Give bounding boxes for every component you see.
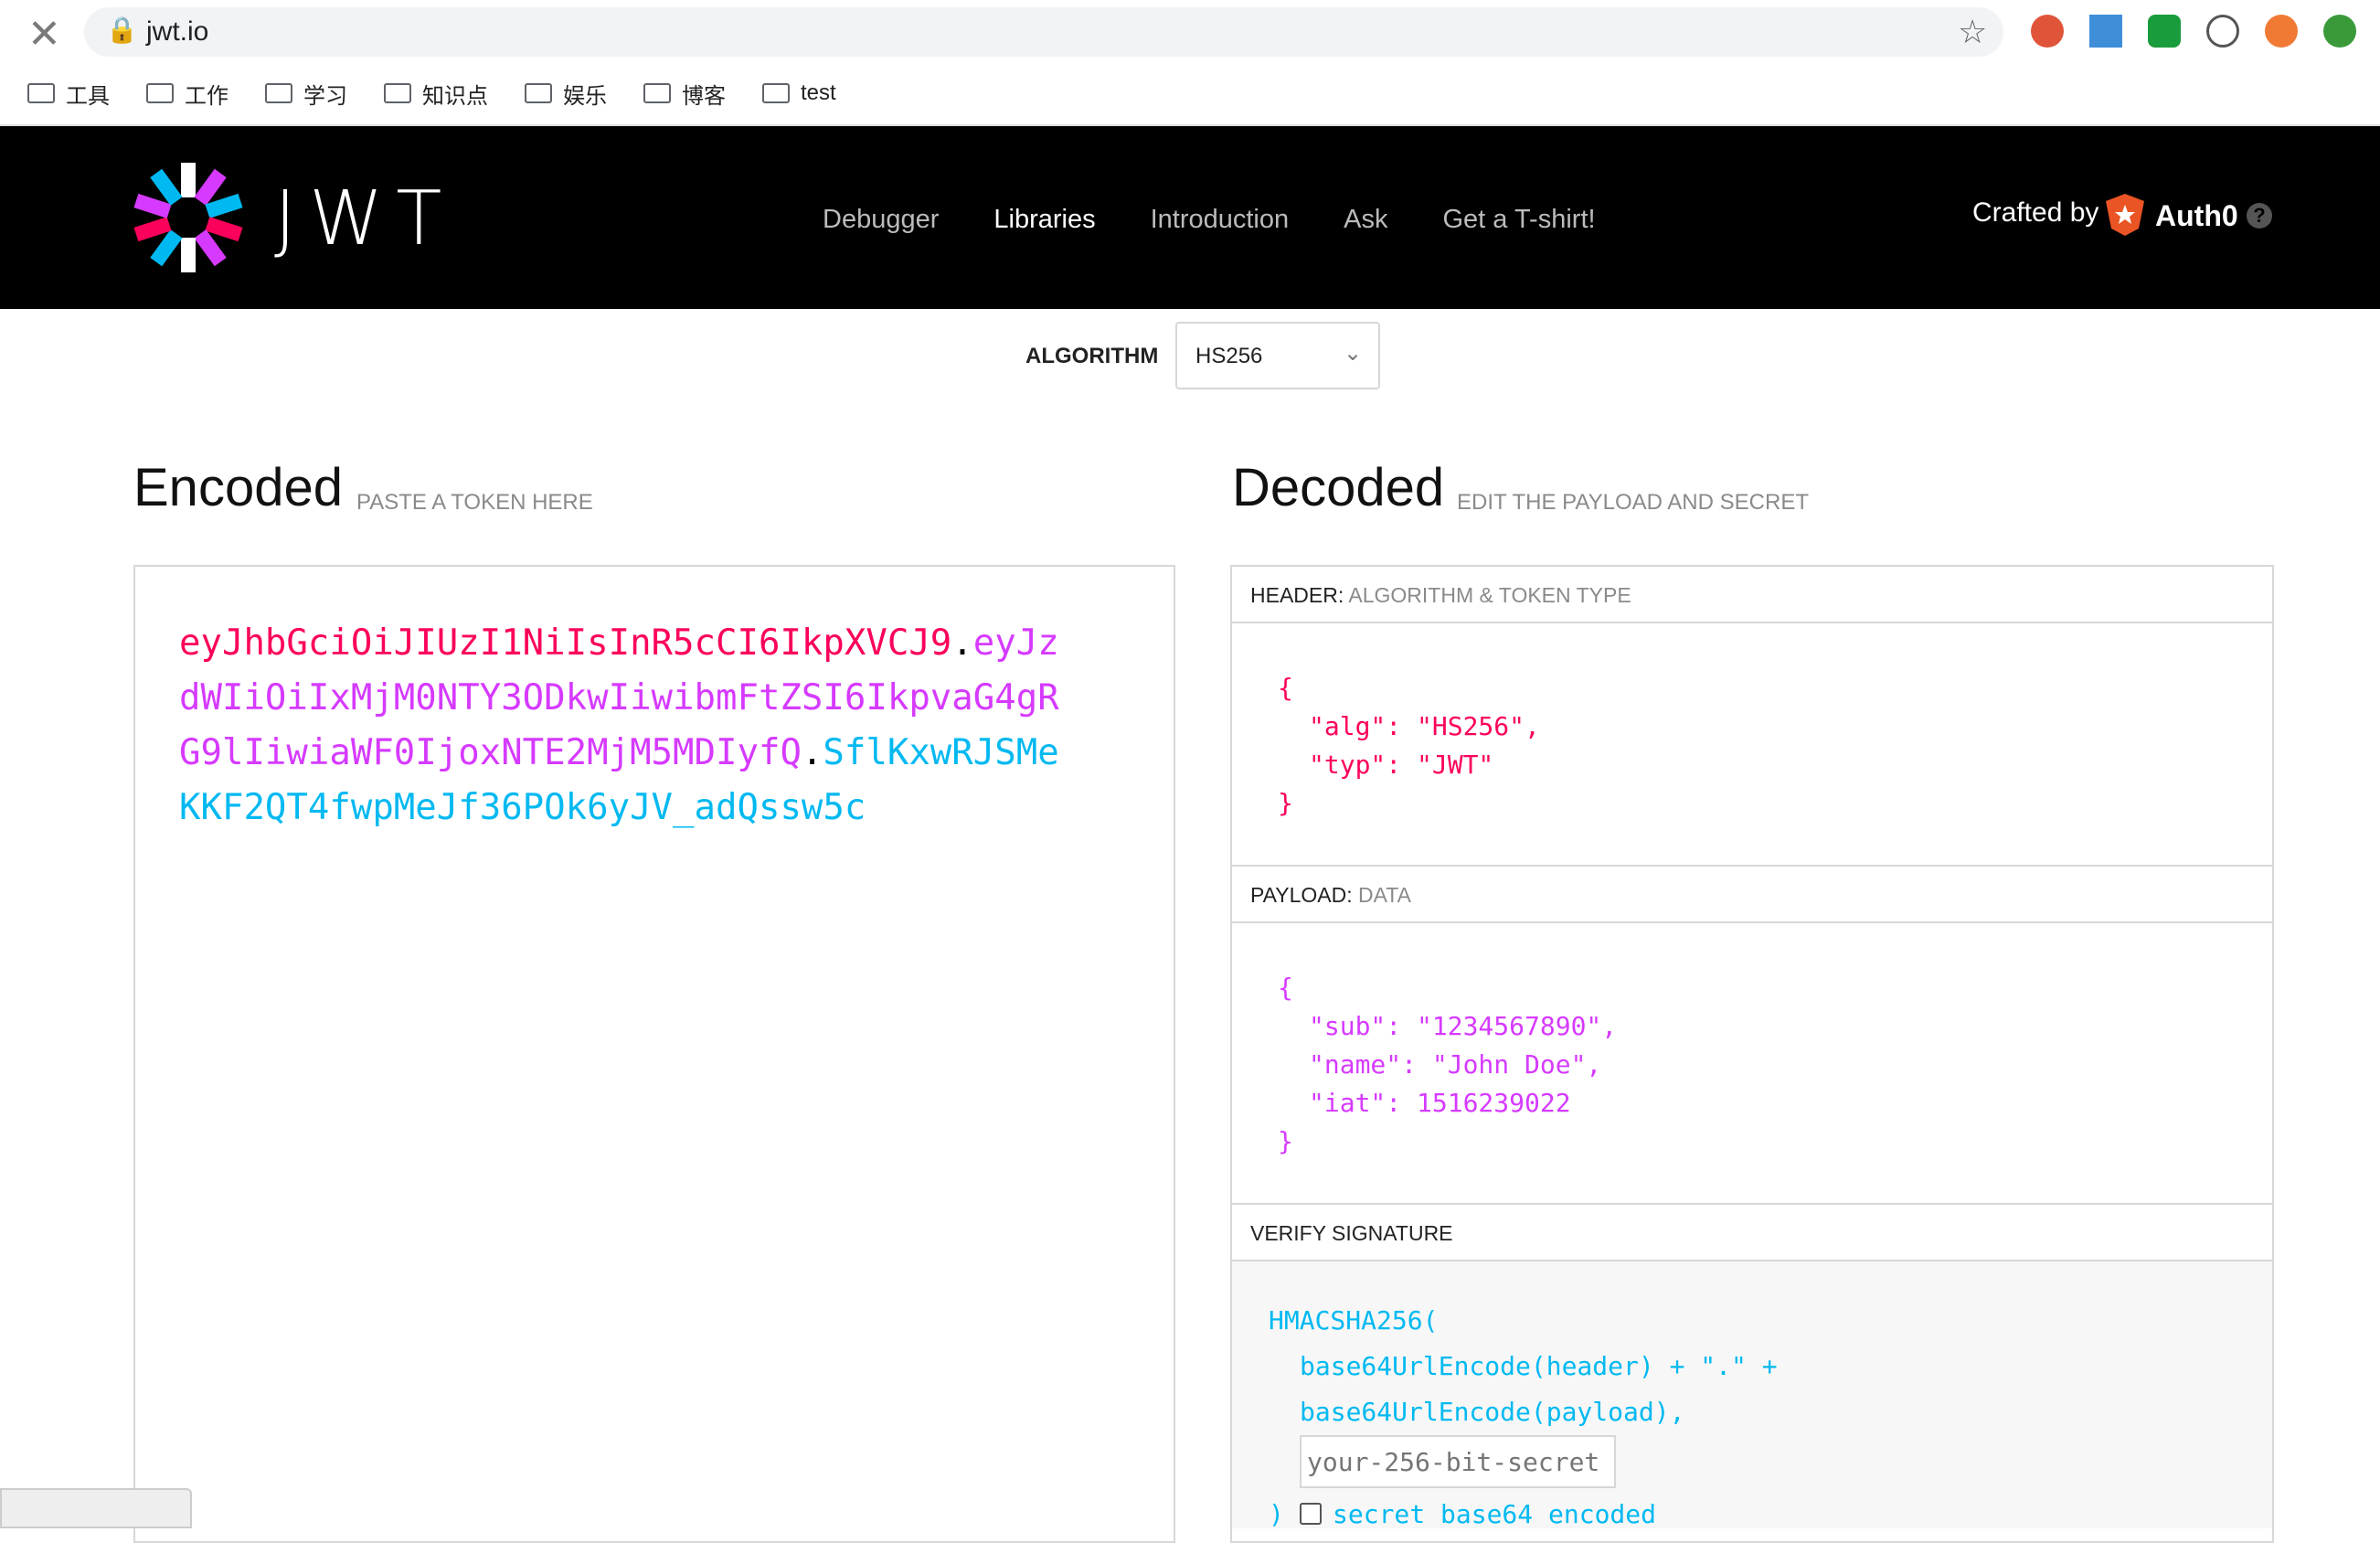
json-line: }	[1278, 1126, 1293, 1156]
verify-body	[1232, 1261, 2272, 1528]
encoded-subtitle: PASTE A TOKEN HERE	[356, 490, 593, 515]
token-dot: .	[951, 623, 973, 664]
verify-line-3: base64UrlEncode(payload),	[1300, 1397, 1685, 1427]
header-section-title: HEADER: ALGORITHM & TOKEN TYPE	[1250, 583, 1631, 607]
help-icon[interactable]: ?	[2247, 203, 2272, 229]
close-icon[interactable]: ✕	[27, 11, 61, 58]
bookmark-label: 知识点	[422, 83, 488, 109]
status-overlay	[0, 1488, 192, 1528]
encoded-title: Encoded	[133, 458, 343, 517]
bookmark-label: test	[801, 80, 836, 105]
folder-icon	[643, 83, 671, 103]
bookmark-label: 工作	[185, 83, 228, 109]
algorithm-value: HS256	[1195, 344, 1263, 368]
verify-line-close: )	[1269, 1499, 1284, 1529]
secret-base64-checkbox[interactable]	[1300, 1503, 1322, 1525]
bookmarks-bar: 工具 工作 学习 知识点 娱乐 博客 test	[27, 75, 836, 112]
logo-text: JWT	[274, 176, 455, 262]
folder-icon	[525, 83, 552, 103]
bookmark-label: 工具	[66, 83, 110, 109]
star-icon[interactable]: ☆	[1958, 13, 1987, 51]
bookmark-label: 娱乐	[563, 83, 607, 109]
header-json[interactable]: { "alg": "HS256", "typ": "JWT"}	[1278, 669, 1540, 823]
extension-icon[interactable]	[2323, 15, 2356, 48]
lock-icon: 🔒	[106, 16, 138, 44]
nav-item[interactable]: Introduction	[1151, 205, 1290, 235]
bookmark-label: 学习	[303, 83, 347, 109]
json-line: "name": "John Doe",	[1309, 1049, 1602, 1080]
extension-icon[interactable]	[2265, 15, 2298, 48]
bookmark-item[interactable]: test	[762, 80, 836, 106]
crafted-by-label: Crafted by	[1972, 197, 2099, 228]
decoded-subtitle: EDIT THE PAYLOAD AND SECRET	[1457, 490, 1809, 515]
json-line: "alg": "HS256",	[1309, 711, 1540, 741]
json-line: {	[1278, 973, 1293, 1003]
auth0-label[interactable]: Auth0	[2155, 199, 2238, 233]
verify-line-1: HMACSHA256(	[1269, 1305, 1439, 1335]
extension-icon[interactable]	[2031, 15, 2064, 48]
nav-item[interactable]: Get a T-shirt!	[1442, 205, 1595, 235]
auth0-shield-icon[interactable]	[2104, 192, 2146, 238]
folder-icon	[146, 83, 174, 103]
algorithm-label: ALGORITHM	[1025, 344, 1159, 368]
bookmark-item[interactable]: 娱乐	[525, 78, 607, 110]
extension-icon[interactable]	[2148, 15, 2181, 48]
bookmark-item[interactable]: 工具	[27, 78, 110, 110]
address-bar[interactable]	[84, 7, 2003, 57]
secret-input[interactable]	[1300, 1435, 1616, 1488]
folder-icon	[384, 83, 411, 103]
extension-icon[interactable]	[2206, 15, 2239, 48]
token-dot: .	[801, 732, 823, 773]
verify-line-2: base64UrlEncode(header) + "." +	[1300, 1351, 1778, 1381]
bookmark-label: 博客	[682, 83, 726, 109]
bookmark-item[interactable]: 知识点	[384, 78, 488, 110]
extension-icon[interactable]	[2089, 15, 2122, 48]
json-line: "iat": 1516239022	[1309, 1088, 1571, 1118]
jwt-logo-icon[interactable]	[132, 161, 245, 274]
token-header: eyJhbGciOiJIUzI1NiIsInR5cCI6IkpXVCJ9	[179, 623, 952, 664]
nav-item[interactable]: Debugger	[823, 205, 939, 235]
url-text: jwt.io	[146, 16, 209, 47]
chevron-down-icon: ⌄	[1344, 341, 1363, 366]
secret-base64-label: secret base64 encoded	[1333, 1499, 1657, 1529]
payload-section-title: PAYLOAD: DATA	[1250, 883, 1411, 907]
decoded-title: Decoded	[1232, 458, 1445, 517]
encoded-token: eyJhbGciOiJIUzI1NiIsInR5cCI6IkpXVCJ9.eyJ…	[179, 616, 1075, 835]
bookmark-item[interactable]: 工作	[146, 78, 228, 110]
nav-item[interactable]: Ask	[1344, 205, 1387, 235]
payload-json[interactable]: { "sub": "1234567890", "name": "John Doe",…	[1278, 969, 1617, 1161]
bookmark-item[interactable]: 博客	[643, 78, 726, 110]
divider	[1232, 622, 2272, 623]
json-line: {	[1278, 673, 1293, 703]
nav-item[interactable]: Libraries	[993, 205, 1095, 235]
folder-icon	[27, 83, 55, 103]
folder-icon	[265, 83, 292, 103]
main-nav: Debugger Libraries Introduction Ask Get a T-…	[823, 201, 1596, 238]
json-line: "sub": "1234567890",	[1309, 1011, 1618, 1041]
json-line: }	[1278, 788, 1293, 818]
verify-signature-title: VERIFY SIGNATURE	[1250, 1221, 1453, 1245]
json-line: "typ": "JWT"	[1309, 750, 1494, 780]
bookmark-item[interactable]: 学习	[265, 78, 347, 110]
folder-icon	[762, 83, 790, 103]
